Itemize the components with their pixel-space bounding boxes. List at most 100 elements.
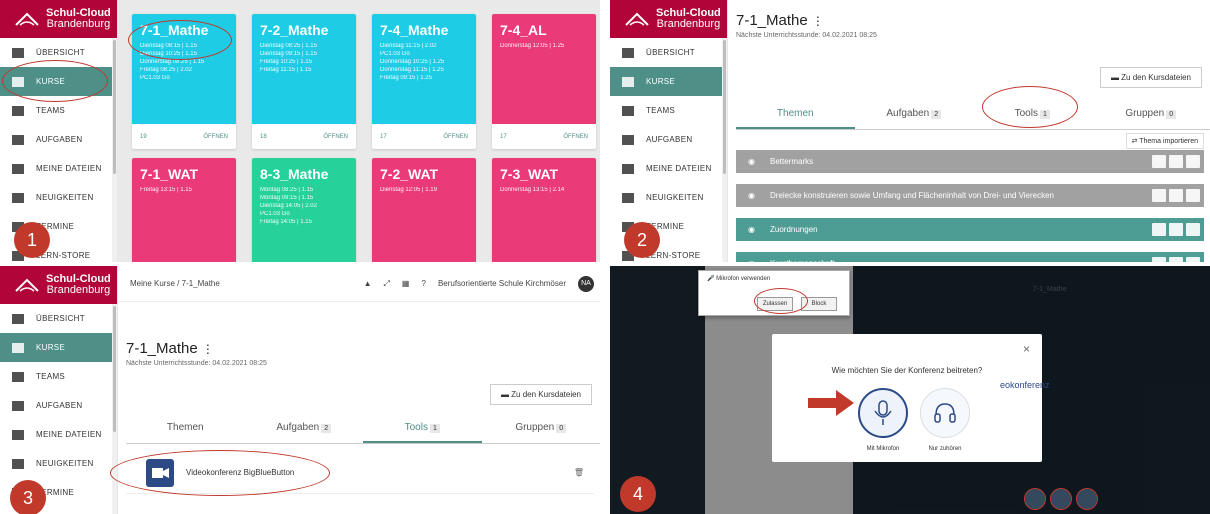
trash-icon[interactable] xyxy=(1152,155,1166,168)
topic-row[interactable]: ◉ Bettermarks xyxy=(736,150,1204,173)
sidebar-item-neuigkeiten[interactable]: NEUIGKEITEN xyxy=(0,183,117,212)
open-course-link[interactable]: ÖFFNEN xyxy=(323,134,348,140)
visibility-eye-icon[interactable]: ◉ xyxy=(748,191,762,200)
edit-icon[interactable] xyxy=(1169,155,1183,168)
background-heading: eokonferenz xyxy=(1000,380,1050,390)
topic-row[interactable]: ◉ Kursthemenschaft xyxy=(736,252,1204,262)
allow-button[interactable]: Zulassen xyxy=(757,297,793,311)
sidebar-item-teams[interactable]: TEAMS xyxy=(0,362,117,391)
sidebar-item-meine-dateien[interactable]: MEINE DATEIEN xyxy=(610,154,727,183)
sidebar-item-label: KURSE xyxy=(646,77,676,86)
trash-icon[interactable] xyxy=(1152,189,1166,202)
step-badge: 4 xyxy=(620,476,656,512)
course-card[interactable]: 7-4_AL Donnerstag 12:05 | 1.25 17 ÖFFNEN xyxy=(492,14,596,149)
course-card[interactable]: 7-1_WAT Freitag 13:15 | 1.15 xyxy=(132,158,236,262)
visibility-eye-icon[interactable]: ◉ xyxy=(748,259,762,262)
share-icon[interactable] xyxy=(1186,155,1200,168)
tab-tools[interactable]: Tools 1 xyxy=(363,414,482,443)
logo[interactable]: Schul-Cloud Brandenburg xyxy=(0,266,117,304)
sidebar-item-label: TEAMS xyxy=(36,372,66,381)
tab-gruppen[interactable]: Gruppen 0 xyxy=(1092,100,1210,129)
edit-icon[interactable] xyxy=(1169,189,1183,202)
open-course-link[interactable]: ÖFFNEN xyxy=(443,134,468,140)
course-card-time: Montag 09:15 | 1.15 xyxy=(260,195,314,201)
course-card[interactable]: 7-3_WAT Donnerstag 13:15 | 2.14 xyxy=(492,158,596,262)
sidebar-scrollbar[interactable] xyxy=(112,38,117,262)
listen-only-button[interactable] xyxy=(920,388,970,438)
visibility-eye-icon[interactable]: ◉ xyxy=(748,225,762,234)
sidebar-item-meine-dateien[interactable]: MEINE DATEIEN xyxy=(0,420,117,449)
tool-name: Videokonferenz BigBlueButton xyxy=(186,468,295,477)
qr-code-icon[interactable]: ▦ xyxy=(402,279,410,288)
sidebar-item-aufgaben[interactable]: AUFGABEN xyxy=(0,125,117,154)
warning-icon[interactable]: ▲ xyxy=(364,279,372,288)
breadcrumb[interactable]: Meine Kurse / 7-1_Mathe xyxy=(130,279,220,288)
sidebar-item-teams[interactable]: TEAMS xyxy=(0,96,117,125)
course-card-header: 7-3_WAT Donnerstag 13:15 | 2.14 xyxy=(492,158,596,262)
avatar[interactable]: NA xyxy=(578,275,594,292)
tool-row[interactable]: Videokonferenz BigBlueButton 🗑 xyxy=(126,452,594,494)
course-card[interactable]: 7-4_Mathe Dienstag 11:15 | 2.02 PC1.03 Go D… xyxy=(372,14,476,149)
course-card[interactable]: 8-3_Mathe Montag 08:25 | 1.15 Montag 09:15… xyxy=(252,158,356,262)
folder-icon xyxy=(12,163,24,174)
tab-tools[interactable]: Tools 1 xyxy=(973,100,1092,129)
sidebar-item-übersicht[interactable]: ÜBERSICHT xyxy=(610,38,727,67)
sidebar-item-kurse[interactable]: KURSE xyxy=(0,67,117,96)
sidebar-item-übersicht[interactable]: ÜBERSICHT xyxy=(0,304,117,333)
block-button[interactable]: Block xyxy=(801,297,837,311)
open-course-link[interactable]: ÖFFNEN xyxy=(203,134,228,140)
sidebar-item-meine-dateien[interactable]: MEINE DATEIEN xyxy=(0,154,117,183)
mic-option-button[interactable] xyxy=(858,388,908,438)
topic-row[interactable]: ◉ Zuordnungen xyxy=(736,218,1204,241)
fullscreen-icon[interactable]: ⤢ xyxy=(384,279,390,289)
help-icon[interactable]: ? xyxy=(421,279,425,288)
sidebar-item-neuigkeiten[interactable]: NEUIGKEITEN xyxy=(610,183,727,212)
sidebar-item-teams[interactable]: TEAMS xyxy=(610,96,727,125)
course-card[interactable]: 7-1_Mathe Dienstag 08:15 | 1.15 Dienstag 1… xyxy=(132,14,236,149)
edit-icon[interactable] xyxy=(1169,223,1183,236)
course-card[interactable]: 7-2_Mathe Dienstag 08:25 | 1.15 Dienstag 0… xyxy=(252,14,356,149)
import-topic-button[interactable]: ⇄ Thema importieren xyxy=(1125,133,1204,149)
share-icon[interactable] xyxy=(1186,189,1200,202)
share-icon[interactable] xyxy=(1186,257,1200,262)
tutorial-grid: Schul-Cloud Brandenburg ÜBERSICHT KURSE TEA… xyxy=(0,0,1210,514)
course-card[interactable]: 7-2_WAT Dienstag 12:05 | 1.19 xyxy=(372,158,476,262)
course-card-time: Freitag 13:15 | 1.15 xyxy=(140,187,192,193)
sidebar-item-übersicht[interactable]: ÜBERSICHT xyxy=(0,38,117,67)
tab-aufgaben[interactable]: Aufgaben 2 xyxy=(245,414,364,443)
edit-icon[interactable] xyxy=(1169,257,1183,262)
tab-aufgaben[interactable]: Aufgaben 2 xyxy=(855,100,974,129)
share-icon[interactable] xyxy=(1186,223,1200,236)
sidebar-scrollbar[interactable] xyxy=(722,38,727,262)
sidebar-item-kurse[interactable]: KURSE xyxy=(0,333,117,362)
course-tabs: Themen Aufgaben 2 Tools 1 Gruppen 0 xyxy=(736,100,1210,130)
trash-icon[interactable]: 🗑 xyxy=(574,468,584,477)
course-files-button[interactable]: ▬ Zu den Kursdateien xyxy=(1099,67,1202,88)
kebab-menu-icon[interactable]: ⋮ xyxy=(202,342,214,356)
newspaper-icon xyxy=(12,192,24,203)
sidebar-item-kurse[interactable]: KURSE xyxy=(610,67,727,96)
sidebar-scrollbar[interactable] xyxy=(112,304,117,514)
screen-share-button[interactable] xyxy=(1076,488,1098,510)
close-icon[interactable]: × xyxy=(1023,342,1030,356)
topic-row[interactable]: ◉ Dreiecke konstruieren sowie Umfang und … xyxy=(736,184,1204,207)
tab-gruppen[interactable]: Gruppen 0 xyxy=(482,414,601,443)
folder-icon xyxy=(12,429,24,440)
trash-icon[interactable] xyxy=(1152,223,1166,236)
mic-toggle-button[interactable] xyxy=(1024,488,1046,510)
logo[interactable]: Schul-Cloud Brandenburg xyxy=(0,0,117,38)
sidebar-item-aufgaben[interactable]: AUFGABEN xyxy=(610,125,727,154)
sidebar-item-aufgaben[interactable]: AUFGABEN xyxy=(0,391,117,420)
trash-icon[interactable] xyxy=(1152,257,1166,262)
tab-themen[interactable]: Themen xyxy=(126,414,245,443)
visibility-eye-icon[interactable]: ◉ xyxy=(748,157,762,166)
course-files-button[interactable]: ▬ Zu den Kursdateien xyxy=(489,384,592,405)
audio-toggle-button[interactable] xyxy=(1050,488,1072,510)
open-course-link[interactable]: ÖFFNEN xyxy=(563,134,588,140)
sidebar-item-label: MEINE DATEIEN xyxy=(646,164,712,173)
course-card-time: Dienstag 10:25 | 1.15 xyxy=(140,51,197,57)
logo[interactable]: Schul-Cloud Brandenburg xyxy=(610,0,727,38)
kebab-menu-icon[interactable]: ⋮ xyxy=(812,14,824,28)
tab-themen[interactable]: Themen xyxy=(736,100,855,129)
sidebar-item-neuigkeiten[interactable]: NEUIGKEITEN xyxy=(0,449,117,478)
